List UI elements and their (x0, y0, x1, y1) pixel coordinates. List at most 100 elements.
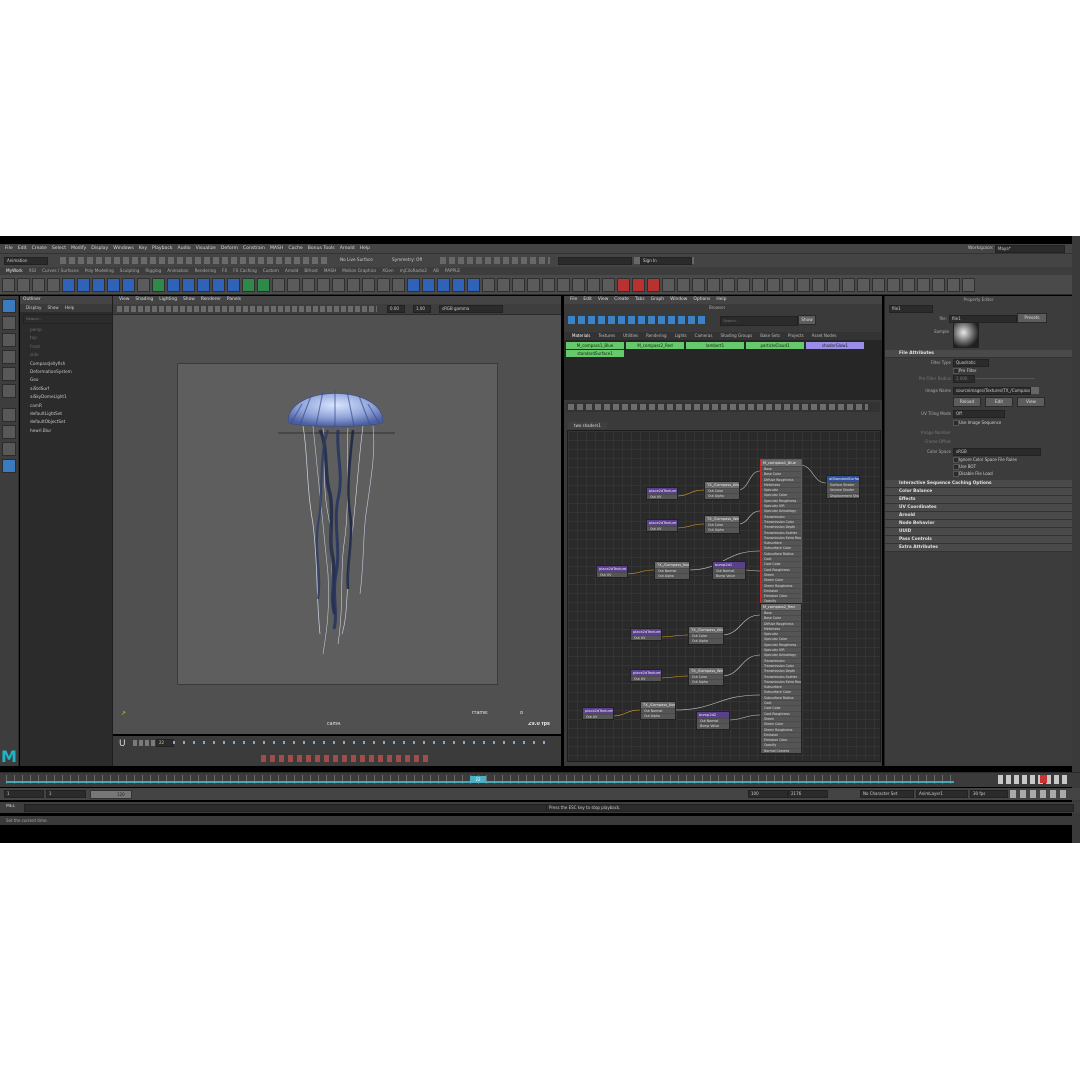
bump-node[interactable]: bump2d1 Out Normal Bump Value (712, 561, 746, 580)
shelf-button-icon[interactable] (62, 278, 75, 292)
shader-node-red[interactable]: M_compass2_Red Base Base Color Diffuse Roug… (760, 603, 802, 755)
shelf-button-icon[interactable] (587, 278, 600, 292)
menu-windows[interactable]: Windows (113, 244, 134, 253)
section-interactive-sequence-caching-options[interactable]: Interactive Sequence Caching Options (885, 480, 1072, 488)
shelf-tab-ab[interactable]: AB (433, 267, 439, 275)
place2d-node[interactable]: place2dTexture2 Out UV (646, 519, 678, 533)
shelf-button-icon[interactable] (497, 278, 510, 292)
shelf-button-icon[interactable] (2, 278, 15, 292)
shelf-tab-motion-graphics[interactable]: Motion Graphics (342, 267, 376, 275)
outliner-item[interactable]: CompassJellyfish (20, 360, 112, 368)
file-texture-node[interactable]: TX_/Compass_Weight2.pngOut ColorOut Alph… (688, 667, 724, 686)
shelf-tab-bifrost[interactable]: Bifrost (304, 267, 318, 275)
shelf-button-icon[interactable] (482, 278, 495, 292)
menu-help[interactable]: Help (360, 244, 370, 253)
shelf-button-icon[interactable] (467, 278, 480, 292)
uv-tiling-select[interactable]: Off (953, 410, 1005, 418)
command-input[interactable] (24, 804, 548, 812)
reload-button[interactable]: Reload (953, 397, 981, 407)
shelf-button-icon[interactable] (737, 278, 750, 292)
shelf-button-icon[interactable] (542, 278, 555, 292)
shelf-tab-rendering[interactable]: Rendering (195, 267, 216, 275)
hypershade-menu-graph[interactable]: Graph (651, 296, 664, 304)
shelf-button-icon[interactable] (182, 278, 195, 292)
shelf-tab-poly-modeling[interactable]: Poly Modeling (85, 267, 114, 275)
folder-icon[interactable] (1031, 387, 1039, 394)
shelf-tab-custom[interactable]: Custom (263, 267, 279, 275)
shelf-tab-xgi[interactable]: XGI (29, 267, 36, 275)
scale-tool-icon[interactable] (2, 384, 16, 398)
material-swatch[interactable]: particleCloud1 (746, 342, 804, 349)
shelf-tab-animation[interactable]: Animation (167, 267, 188, 275)
file-texture-node[interactable]: TX_/Compass_Albedo2.pngOut ColorOut Alph… (688, 626, 724, 645)
material-swatch[interactable]: lambert1 (686, 342, 744, 349)
range-start-field[interactable]: 1 (4, 790, 44, 798)
shelf-button-icon[interactable] (32, 278, 45, 292)
menu-create[interactable]: Create (32, 244, 47, 253)
menu-key[interactable]: Key (139, 244, 147, 253)
browser-search-input[interactable] (720, 316, 798, 326)
shelf-button-icon[interactable] (632, 278, 645, 292)
shading-group-node[interactable]: aiStandardSurface1SGSurface ShaderVolume… (826, 475, 860, 499)
place2d-node[interactable]: place2dTexture3 Out UV (596, 565, 628, 579)
shelf-button-icon[interactable] (302, 278, 315, 292)
shelf-button-icon[interactable] (947, 278, 960, 292)
shelf-button-icon[interactable] (407, 278, 420, 292)
layout-outliner-icon[interactable] (2, 459, 16, 473)
layout-four-icon[interactable] (2, 425, 16, 439)
magnet-icon[interactable]: U (119, 739, 126, 749)
shelf-tab-xgen[interactable]: XGen (382, 267, 393, 275)
place2d-node[interactable]: place2dTexture4 Out UV (630, 628, 662, 642)
layout-two-icon[interactable] (2, 442, 16, 456)
outliner-search-input[interactable] (23, 314, 113, 324)
shelf-button-icon[interactable] (512, 278, 525, 292)
menu-mash[interactable]: MASH (270, 244, 283, 253)
range-end-b-field[interactable]: 2176 (788, 790, 828, 798)
play-button-icon[interactable] (1040, 775, 1047, 783)
menu-deform[interactable]: Deform (221, 244, 238, 253)
outliner-menu-display[interactable]: Display (26, 305, 41, 310)
shelf-button-icon[interactable] (332, 278, 345, 292)
anim-tool-icons[interactable] (261, 755, 431, 762)
shelf-button-icon[interactable] (752, 278, 765, 292)
outliner-item[interactable]: front (20, 343, 112, 351)
hypershade-tab-bake-sets[interactable]: Bake Sets (760, 332, 780, 340)
outliner-item[interactable]: top (20, 334, 112, 342)
render-icons[interactable] (440, 257, 550, 264)
presets-button[interactable]: Presets (1017, 313, 1047, 323)
image-name-field[interactable]: sourceimages\Textures\TX_/Compass_Albedo… (953, 387, 1031, 395)
hypershade-menu-view[interactable]: View (598, 296, 608, 304)
mode-select[interactable]: Animation (4, 257, 48, 265)
right-side-tabs[interactable] (1072, 236, 1080, 843)
shelf-button-icon[interactable] (257, 278, 270, 292)
playback-controls[interactable] (998, 775, 1068, 784)
shelf-button-icon[interactable] (47, 278, 60, 292)
time-slider[interactable]: 22 (0, 772, 1080, 787)
shelf-button-icon[interactable] (842, 278, 855, 292)
shelf-button-icon[interactable] (422, 278, 435, 292)
shelf-button-icon[interactable] (767, 278, 780, 292)
shelf-button-icon[interactable] (857, 278, 870, 292)
menu-playback[interactable]: Playback (152, 244, 173, 253)
node-name-tab[interactable]: file1 (889, 305, 933, 313)
shelf-button-icon[interactable] (17, 278, 30, 292)
section-uuid[interactable]: UUID (885, 528, 1072, 536)
menu-file[interactable]: File (5, 244, 13, 253)
symmetry[interactable]: Symmetry: Off (392, 257, 422, 262)
outliner-item[interactable]: hewrl.Blur (20, 427, 112, 435)
outliner-menu-help[interactable]: Help (65, 305, 75, 310)
section-uv-coordinates[interactable]: UV Coordinates (885, 504, 1072, 512)
shelf-button-icon[interactable] (677, 278, 690, 292)
shelf-button-icon[interactable] (317, 278, 330, 292)
menu-bonus-tools[interactable]: Bonus Tools (308, 244, 335, 253)
anim-layer-select[interactable]: AnimLayer1 (916, 790, 968, 798)
shelf-button-icon[interactable] (707, 278, 720, 292)
hypershade-tab-shading-groups[interactable]: Shading Groups (720, 332, 752, 340)
range-handle[interactable]: 120 (90, 790, 132, 799)
shelf-button-icon[interactable] (377, 278, 390, 292)
outliner-menu-show[interactable]: Show (47, 305, 58, 310)
section-pass-controls[interactable]: Pass Controls (885, 536, 1072, 544)
section-node-behavior[interactable]: Node Behavior (885, 520, 1072, 528)
hypershade-menu-tabs[interactable]: Tabs (635, 296, 645, 304)
outliner-item[interactable]: side (20, 351, 112, 359)
